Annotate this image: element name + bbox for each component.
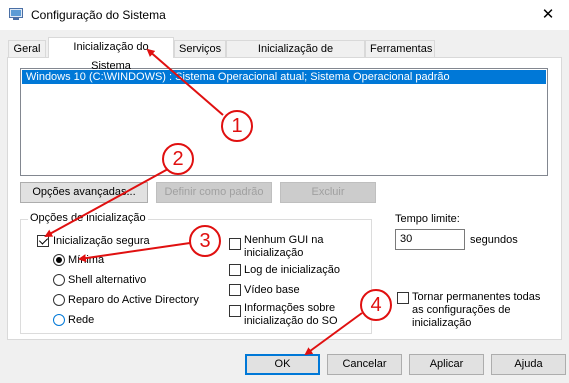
callout-1: 1 (221, 110, 253, 142)
annotation-arrows (44, 48, 363, 356)
arrow-3 (78, 242, 191, 263)
callout-2: 2 (162, 143, 194, 175)
arrow-1 (146, 48, 224, 116)
callout-3: 3 (189, 225, 221, 257)
callout-4: 4 (360, 289, 392, 321)
arrow-4 (304, 312, 363, 356)
arrow-2 (44, 168, 169, 237)
